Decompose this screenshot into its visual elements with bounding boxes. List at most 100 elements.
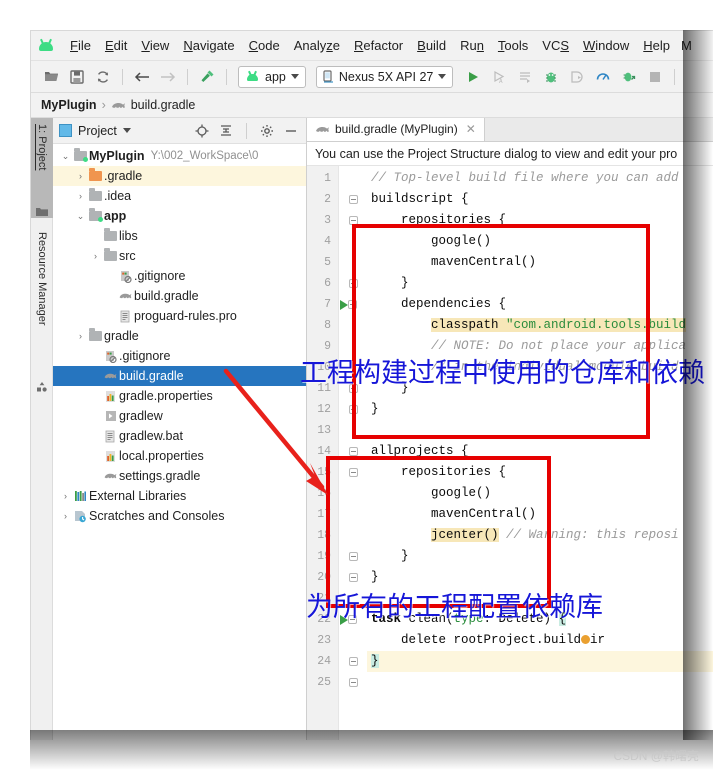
- open-folder-icon[interactable]: [39, 65, 63, 89]
- breadcrumb-file[interactable]: build.gradle: [131, 98, 196, 112]
- tree-item-gradle[interactable]: › gradle: [53, 326, 306, 346]
- run-icon[interactable]: [461, 65, 485, 89]
- tree-item-gradle[interactable]: › .gradle: [53, 166, 306, 186]
- device-selector[interactable]: Nexus 5X API 27: [315, 65, 454, 88]
- code-line-23[interactable]: delete rootProject.build ir: [367, 630, 713, 651]
- tree-item-gitignore[interactable]: .gitignore: [53, 266, 306, 286]
- code-line-24[interactable]: }: [367, 651, 713, 672]
- menu-item-run[interactable]: Run: [453, 35, 491, 56]
- code-text[interactable]: // Top-level build file where you can ad…: [367, 166, 713, 740]
- locate-icon[interactable]: [193, 122, 211, 140]
- tree-item-gradlew-bat[interactable]: gradlew.bat: [53, 426, 306, 446]
- chevron-right-icon[interactable]: ›: [89, 251, 102, 261]
- chevron-right-icon[interactable]: ›: [59, 491, 72, 501]
- tree-item-external-libraries[interactable]: › External Libraries: [53, 486, 306, 506]
- fold-toggle-icon[interactable]: [348, 552, 358, 561]
- tree-item-libs[interactable]: libs: [53, 226, 306, 246]
- gutter-marker-line-7[interactable]: [339, 294, 367, 315]
- code-line-18[interactable]: jcenter() // Warning: this reposi: [367, 525, 713, 546]
- tree-item-proguard-rules-pro[interactable]: proguard-rules.pro: [53, 306, 306, 326]
- menu-item-help[interactable]: Help: [636, 35, 677, 56]
- menu-item-refactor[interactable]: Refactor: [347, 35, 410, 56]
- tree-item-scratches-and-consoles[interactable]: › Scratches and Consoles: [53, 506, 306, 526]
- tree-item-src[interactable]: › src: [53, 246, 306, 266]
- menu-item-tools[interactable]: Tools: [491, 35, 535, 56]
- fold-toggle-icon[interactable]: [348, 279, 358, 288]
- sidebar-item-project[interactable]: 1: Project: [31, 118, 53, 218]
- code-line-5[interactable]: mavenCentral(): [367, 252, 713, 273]
- menu-item-navigate[interactable]: Navigate: [176, 35, 241, 56]
- chevron-right-icon[interactable]: ›: [74, 191, 87, 201]
- menu-item-vcs[interactable]: VCS: [535, 35, 576, 56]
- tree-item-idea[interactable]: › .idea: [53, 186, 306, 206]
- tree-item-gradlew[interactable]: gradlew: [53, 406, 306, 426]
- gutter-marker-line-3[interactable]: [339, 210, 367, 231]
- tree-item-myplugin[interactable]: ⌄ MyPlugin Y:\002_WorkSpace\0: [53, 146, 306, 166]
- close-icon[interactable]: ✕: [466, 122, 476, 136]
- fold-toggle-icon[interactable]: [348, 216, 358, 225]
- menu-item-window[interactable]: Window: [576, 35, 636, 56]
- hide-icon[interactable]: [282, 122, 300, 140]
- gutter-marker-line-6[interactable]: [339, 273, 367, 294]
- editor-tab-build-gradle[interactable]: build.gradle (MyPlugin) ✕: [307, 118, 485, 141]
- gutter-marker-line-25[interactable]: [339, 672, 367, 693]
- fold-toggle-icon[interactable]: [348, 573, 358, 582]
- fold-toggle-icon[interactable]: [348, 195, 358, 204]
- collapse-all-icon[interactable]: [217, 122, 235, 140]
- chevron-down-icon[interactable]: ⌄: [74, 211, 87, 222]
- chevron-right-icon[interactable]: ›: [59, 511, 72, 521]
- code-line-16[interactable]: google(): [367, 483, 713, 504]
- chevron-down-icon[interactable]: ⌄: [59, 151, 72, 162]
- profiler-icon[interactable]: [591, 65, 615, 89]
- menu-item-analyze[interactable]: Analyze: [287, 35, 347, 56]
- menu-item-build[interactable]: Build: [410, 35, 453, 56]
- gutter-marker-line-19[interactable]: [339, 546, 367, 567]
- tree-item-gitignore[interactable]: .gitignore: [53, 346, 306, 366]
- menu-item-code[interactable]: Code: [242, 35, 287, 56]
- code-line-13[interactable]: [367, 420, 713, 441]
- code-line-15[interactable]: repositories {: [367, 462, 713, 483]
- fold-toggle-icon[interactable]: [348, 405, 358, 414]
- fold-toggle-icon[interactable]: [348, 447, 358, 456]
- code-line-19[interactable]: }: [367, 546, 713, 567]
- code-line-14[interactable]: allprojects {: [367, 441, 713, 462]
- fold-toggle-icon[interactable]: [348, 300, 357, 309]
- breadcrumb-project[interactable]: MyPlugin: [41, 98, 97, 112]
- tree-item-build-gradle[interactable]: build.gradle: [53, 366, 306, 386]
- fold-toggle-icon[interactable]: [348, 657, 358, 666]
- fold-toggle-icon[interactable]: [348, 678, 358, 687]
- code-line-17[interactable]: mavenCentral(): [367, 504, 713, 525]
- sidebar-item-resource-manager[interactable]: Resource Manager: [31, 226, 53, 386]
- chevron-right-icon[interactable]: ›: [74, 331, 87, 341]
- tree-item-gradle-properties[interactable]: gradle.properties: [53, 386, 306, 406]
- code-line-8[interactable]: classpath "com.android.tools.build: [367, 315, 713, 336]
- hammer-icon[interactable]: [195, 65, 219, 89]
- menu-item-view[interactable]: View: [134, 35, 176, 56]
- code-line-3[interactable]: repositories {: [367, 210, 713, 231]
- tree-item-build-gradle[interactable]: build.gradle: [53, 286, 306, 306]
- gutter-marker-line-12[interactable]: [339, 399, 367, 420]
- sync-icon[interactable]: [91, 65, 115, 89]
- gutter-marker-line-14[interactable]: [339, 441, 367, 462]
- module-selector[interactable]: app: [238, 65, 306, 88]
- code-line-4[interactable]: google(): [367, 231, 713, 252]
- gutter-marker-line-15[interactable]: [339, 462, 367, 483]
- fold-toggle-icon[interactable]: [348, 468, 358, 477]
- run-gutter-icon[interactable]: [340, 299, 348, 310]
- gutter-marker-line-2[interactable]: [339, 189, 367, 210]
- tree-item-app[interactable]: ⌄ app: [53, 206, 306, 226]
- run-with-coverage-icon[interactable]: [617, 65, 641, 89]
- menu-item-edit[interactable]: Edit: [98, 35, 134, 56]
- save-icon[interactable]: [65, 65, 89, 89]
- code-line-7[interactable]: dependencies {: [367, 294, 713, 315]
- code-line-12[interactable]: }: [367, 399, 713, 420]
- tree-item-settings-gradle[interactable]: settings.gradle: [53, 466, 306, 486]
- code-line-1[interactable]: // Top-level build file where you can ad…: [367, 168, 713, 189]
- gutter-marker-line-24[interactable]: [339, 651, 367, 672]
- menu-item-file[interactable]: FFileile: [63, 35, 98, 56]
- menu-item-truncated[interactable]: M: [677, 35, 696, 56]
- chevron-right-icon[interactable]: ›: [74, 171, 87, 181]
- tree-item-local-properties[interactable]: local.properties: [53, 446, 306, 466]
- chevron-down-icon[interactable]: [122, 128, 131, 133]
- code-line-2[interactable]: buildscript {: [367, 189, 713, 210]
